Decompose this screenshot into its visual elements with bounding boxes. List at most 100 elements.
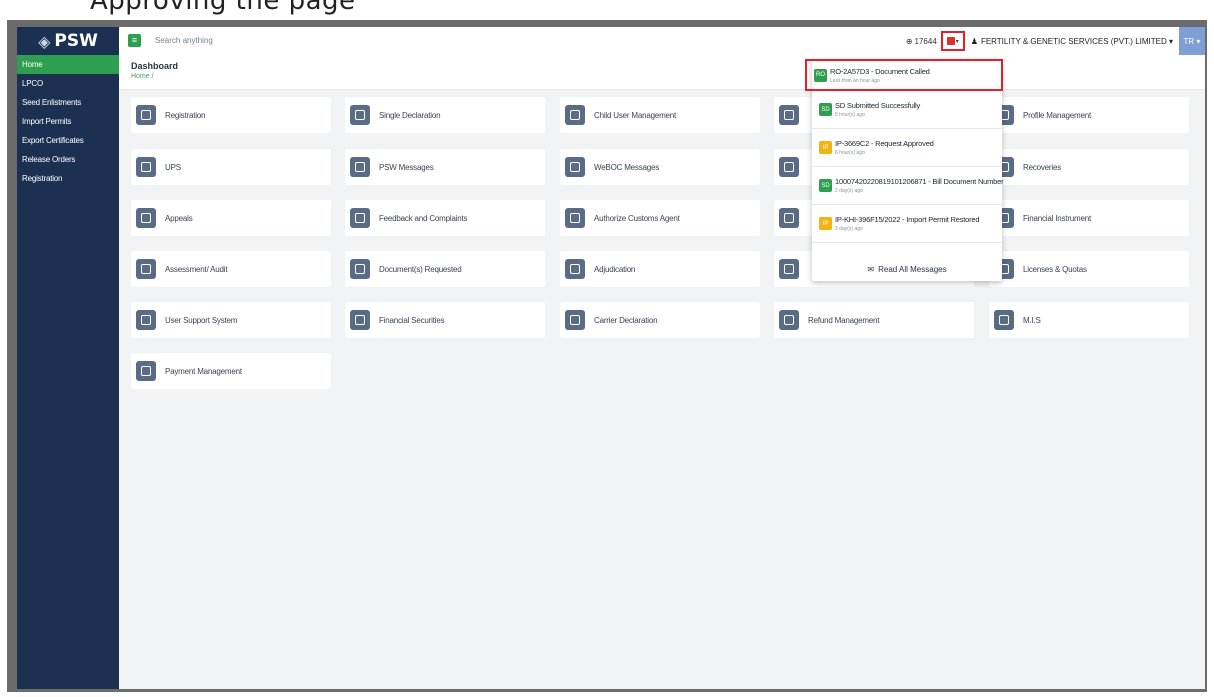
- avatar[interactable]: TR ▾: [1179, 27, 1205, 55]
- card-label: Licenses & Quotas: [1023, 264, 1087, 274]
- notification-badge: IP: [819, 141, 832, 154]
- building-icon: [350, 105, 370, 125]
- notification-item[interactable]: IP IP-3669C2 - Request Approved 6 hour(s…: [812, 129, 1002, 167]
- card-label: Feedback and Complaints: [379, 213, 468, 223]
- card-label: Profile Management: [1023, 110, 1091, 120]
- notification-content: SD Submitted Successfully 5 hour(s) ago: [835, 101, 920, 118]
- sidebar-item-registration[interactable]: Registration: [17, 169, 119, 188]
- document-icon: [779, 105, 799, 125]
- card-label: Authorize Customs Agent: [594, 213, 680, 223]
- breadcrumb[interactable]: Home /: [131, 73, 154, 80]
- psw-logo-icon: ◈: [38, 31, 51, 51]
- envelope-icon: [350, 157, 370, 177]
- card-label: Appeals: [165, 213, 193, 223]
- question-doc-icon: [350, 208, 370, 228]
- card-single-declaration[interactable]: Single Declaration: [345, 97, 545, 133]
- card-label: User Support System: [165, 315, 238, 325]
- sidebar-item-export-certificates[interactable]: Export Certificates: [17, 131, 119, 150]
- notification-item[interactable]: SD 1000742022081910120687​1 - Bill Docum…: [812, 167, 1004, 205]
- card-label: Adjudication: [594, 264, 636, 274]
- header-actions: ⊕ 17644 ▾ ♟ FERTILITY & GENETIC SERVICES…: [906, 27, 1205, 55]
- document-arrow-icon: [565, 105, 585, 125]
- sidebar-item-label: Export Certificates: [22, 136, 84, 145]
- flag-icon: [565, 310, 585, 330]
- card-feedback-complaints[interactable]: Feedback and Complaints: [345, 200, 545, 236]
- caption-text: Approving the page: [90, 0, 356, 16]
- card-adjudication[interactable]: Adjudication: [560, 251, 760, 287]
- search-input[interactable]: Search anything: [155, 36, 213, 45]
- card-financial-instrument[interactable]: Financial Instrument: [989, 200, 1189, 236]
- notification-content: RO-2A57D3 - Document Called Less than an…: [830, 67, 930, 84]
- card-appeals[interactable]: Appeals: [131, 200, 331, 236]
- card-ups[interactable]: UPS: [131, 149, 331, 185]
- card-profile-management[interactable]: Profile Management: [989, 97, 1189, 133]
- notification-time: 2 day(s) ago: [835, 188, 863, 194]
- sidebar-item-label: Import Permits: [22, 117, 72, 126]
- company-name: FERTILITY & GENETIC SERVICES (PVT.) LIMI…: [980, 36, 1173, 46]
- sidebar-item-lpco[interactable]: LPCO: [17, 74, 119, 93]
- notification-title: SD Submitted Successfully: [835, 101, 921, 110]
- card-label: WeBOC Messages: [594, 162, 660, 172]
- notification-time: 6 hour(s) ago: [835, 150, 865, 156]
- card-label: Single Declaration: [379, 110, 441, 120]
- card-financial-securities[interactable]: Financial Securities: [345, 302, 545, 338]
- card-label: Carrier Declaration: [594, 315, 658, 325]
- card-registration[interactable]: Registration: [131, 97, 331, 133]
- refund-icon: [779, 310, 799, 330]
- card-mis[interactable]: M.I.S: [989, 302, 1189, 338]
- page-header: Dashboard Home /: [119, 55, 1205, 90]
- envelope-icon: ✉: [867, 264, 875, 274]
- notification-content: IP-KHI-396F15/2022 - Import Permit Resto…: [835, 215, 980, 232]
- document-icon: [779, 259, 799, 279]
- sidebar-item-label: LPCO: [22, 79, 43, 88]
- phone-icon: [136, 310, 156, 330]
- page-caption: Approving the page: [0, 0, 1214, 20]
- card-weboc-messages[interactable]: WeBOC Messages: [560, 149, 760, 185]
- read-all-label: Read All Messages: [878, 264, 947, 274]
- notification-content: IP-3669C2 - Request Approved 6 hour(s) a…: [835, 139, 934, 156]
- menu-toggle-button[interactable]: ≡: [128, 34, 141, 47]
- read-all-messages-button[interactable]: ✉ Read All Messages: [812, 257, 1002, 281]
- card-carrier-declaration[interactable]: Carrier Declaration: [560, 302, 760, 338]
- card-label: Recoveries: [1023, 162, 1062, 172]
- notification-icon: [946, 37, 955, 45]
- notification-badge: IP: [819, 217, 832, 230]
- document-time-icon: [779, 208, 799, 228]
- card-label: UPS: [165, 162, 181, 172]
- sidebar-item-release-orders[interactable]: Release Orders: [17, 150, 119, 169]
- sidebar-item-import-permits[interactable]: Import Permits: [17, 112, 119, 131]
- card-child-user-management[interactable]: Child User Management: [560, 97, 760, 133]
- user-check-icon: [565, 208, 585, 228]
- sidebar-item-seed-enlistments[interactable]: Seed Enlistments: [17, 93, 119, 112]
- notifications-button[interactable]: ▾: [940, 31, 965, 51]
- card-psw-messages[interactable]: PSW Messages: [345, 149, 545, 185]
- counter-badge[interactable]: ⊕ 17644: [906, 37, 937, 46]
- notification-item[interactable]: SD SD Submitted Successfully 5 hour(s) a…: [812, 91, 1002, 129]
- sidebar-item-home[interactable]: Home: [17, 55, 119, 74]
- card-authorize-customs-agent[interactable]: Authorize Customs Agent: [560, 200, 760, 236]
- card-user-support-system[interactable]: User Support System: [131, 302, 331, 338]
- document-gear-icon: [779, 157, 799, 177]
- chevron-down-icon: ▾: [955, 38, 959, 45]
- notification-item[interactable]: IP IP-KHI-396F15/2022 - Import Permit Re…: [812, 205, 1002, 243]
- envelope-icon: [565, 157, 585, 177]
- notification-time: Less than an hour ago: [830, 77, 880, 84]
- notification-item[interactable]: RO RO-2A57D3 - Document Called Less than…: [805, 59, 1003, 91]
- card-licenses-quotas[interactable]: Licenses & Quotas: [989, 251, 1189, 287]
- card-payment-management[interactable]: Payment Management: [131, 353, 331, 389]
- notification-title: IP-KHI-396F15/2022 - Import Permit Resto…: [835, 215, 980, 224]
- notification-badge: SD: [819, 179, 832, 192]
- top-header: ≡ Search anything ⊕ 17644 ▾ ♟ FERTILITY …: [119, 27, 1205, 56]
- shield-icon: [350, 310, 370, 330]
- counter-value: 17644: [914, 36, 937, 46]
- notification-title: IP-3669C2 - Request Approved: [835, 139, 934, 148]
- notification-content: 1000742022081910120687​1 - Bill Document…: [835, 177, 1004, 194]
- card-documents-requested[interactable]: Document(s) Requested: [345, 251, 545, 287]
- document-arrow-icon: [136, 105, 156, 125]
- logo[interactable]: ◈ PSW: [17, 27, 119, 55]
- card-assessment-audit[interactable]: Assessment/ Audit: [131, 251, 331, 287]
- card-refund-management[interactable]: Refund Management: [774, 302, 974, 338]
- company-menu[interactable]: ♟ FERTILITY & GENETIC SERVICES (PVT.) LI…: [971, 37, 1173, 46]
- page-title: Dashboard: [131, 61, 179, 71]
- card-recoveries[interactable]: Recoveries: [989, 149, 1189, 185]
